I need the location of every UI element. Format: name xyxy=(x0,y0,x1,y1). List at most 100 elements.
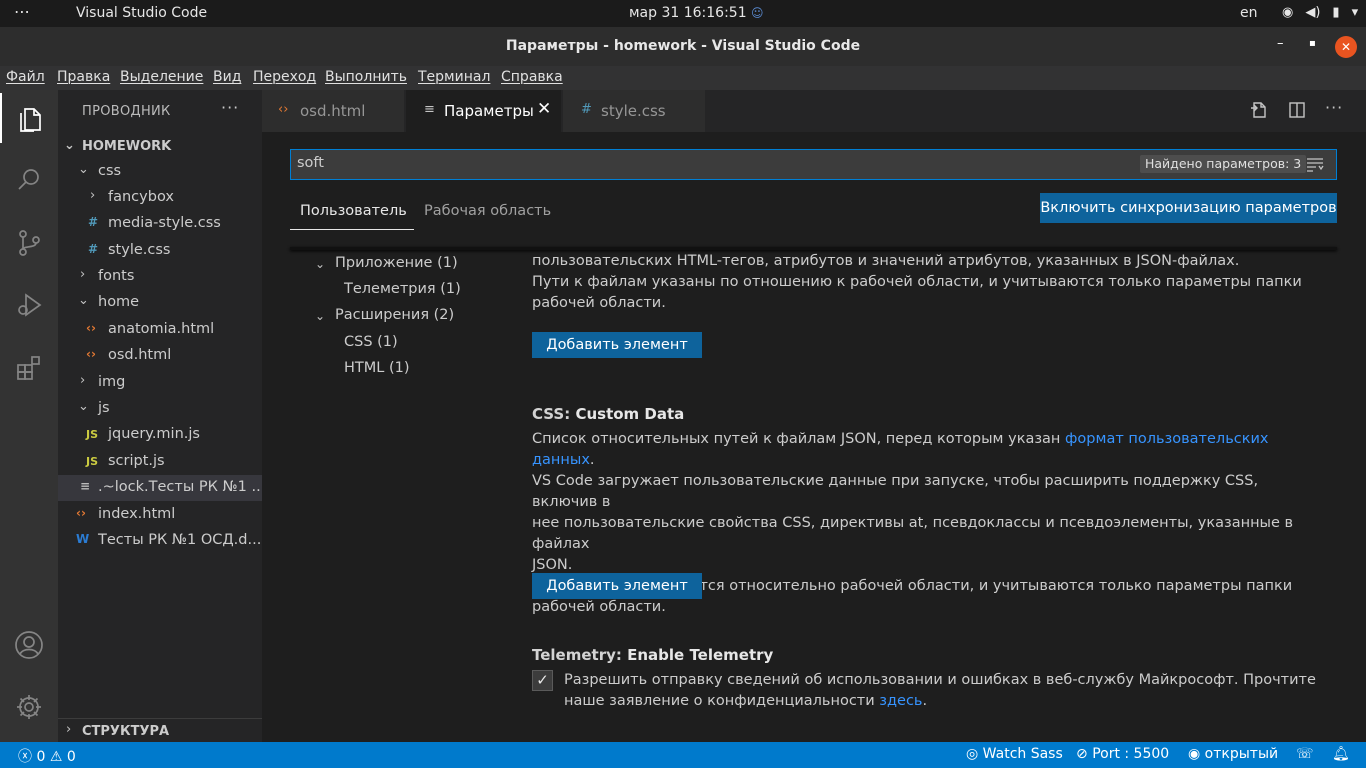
feedback-icon[interactable]: ☏ xyxy=(1296,746,1314,762)
chevron-down-icon: ⌄ xyxy=(315,257,326,271)
settings-search-input[interactable] xyxy=(297,155,1097,171)
toc-item-telemetry[interactable]: Телеметрия (1) xyxy=(344,281,461,297)
split-editor-icon[interactable] xyxy=(1287,100,1307,124)
js-file-icon: JS xyxy=(86,428,99,441)
extensions-icon[interactable] xyxy=(0,343,58,393)
privacy-statement-link[interactable]: здесь xyxy=(879,693,922,709)
sidebar-title: ПРОВОДНИК xyxy=(82,104,171,119)
settings-search-box[interactable]: Найдено параметров: 3 xyxy=(290,149,1337,180)
description-text: . xyxy=(922,693,928,709)
chevron-right-icon: › xyxy=(80,267,86,282)
css-file-icon: # xyxy=(88,242,99,256)
warning-count: 0 xyxy=(66,749,76,765)
problems-indicator[interactable]: ⓧ 0 ⚠ 0 xyxy=(18,746,76,766)
outline-title: СТРУКТУРА xyxy=(82,724,170,739)
menu-run[interactable]: Выполнить xyxy=(325,69,407,85)
open-status[interactable]: ◉ открытый xyxy=(1188,746,1278,762)
manage-gear-icon[interactable] xyxy=(0,682,58,732)
tree-file-jquery-min-js[interactable]: JS jquery.min.js xyxy=(58,422,262,448)
tab-settings[interactable]: ≡ Параметры ✕ xyxy=(406,90,562,132)
explorer-icon[interactable] xyxy=(0,93,58,143)
close-tab-icon[interactable]: ✕ xyxy=(537,99,551,119)
tree-folder-img[interactable]: › img xyxy=(58,370,262,396)
toc-item-application[interactable]: ⌄ Приложение (1) xyxy=(315,255,458,271)
description-line: Пути к файлам указаны по отношению к раб… xyxy=(532,274,1302,290)
menu-go[interactable]: Переход xyxy=(253,69,316,85)
css-add-item-button[interactable]: Добавить элемент xyxy=(532,573,702,599)
stop-icon: ⊘ xyxy=(1076,746,1088,762)
js-file-icon: JS xyxy=(86,455,99,468)
toc-item-css[interactable]: CSS (1) xyxy=(344,334,398,350)
activities-button[interactable]: ⋯ xyxy=(14,2,31,21)
menu-view[interactable]: Вид xyxy=(213,69,241,85)
menu-edit[interactable]: Правка xyxy=(57,69,110,85)
scope-tab-workspace[interactable]: Рабочая область xyxy=(424,203,551,219)
watch-sass-label: Watch Sass xyxy=(982,746,1063,762)
outline-section[interactable]: › СТРУКТУРА xyxy=(58,718,262,742)
tree-file-index-html[interactable]: ‹› index.html xyxy=(58,502,262,528)
editor-tabs: ‹› osd.html ≡ Параметры ✕ # style.css xyxy=(262,90,1366,132)
filter-icon[interactable] xyxy=(1305,155,1325,177)
scope-tab-user[interactable]: Пользователь xyxy=(300,203,407,219)
chevron-right-icon: › xyxy=(66,722,72,737)
tree-file-script-js[interactable]: JS script.js xyxy=(58,449,262,475)
menu-file[interactable]: Файл xyxy=(6,69,45,85)
chevron-right-icon: › xyxy=(90,188,96,203)
run-debug-icon[interactable] xyxy=(0,280,58,330)
source-control-icon[interactable] xyxy=(0,218,58,268)
workspace-root[interactable]: ⌄ HOMEWORK xyxy=(58,135,262,157)
enable-telemetry-checkbox[interactable]: ✓ xyxy=(532,670,553,691)
tree-item-label: css xyxy=(98,163,122,179)
tree-item-label: fancybox xyxy=(108,189,174,205)
system-tray[interactable]: ◉ ◀) ▮ ▾ xyxy=(1282,5,1366,20)
open-json-icon[interactable] xyxy=(1249,100,1269,124)
search-icon[interactable] xyxy=(0,155,58,205)
tree-folder-js[interactable]: ⌄ js xyxy=(58,396,262,422)
os-clock[interactable]: мар 31 16:16:51 xyxy=(629,5,747,21)
minimize-button[interactable]: – xyxy=(1277,36,1284,51)
keyboard-layout[interactable]: en xyxy=(1240,5,1258,21)
maximize-button[interactable]: ▪ xyxy=(1309,38,1316,49)
port-label: Port : 5500 xyxy=(1092,746,1170,762)
tree-item-label: fonts xyxy=(98,268,135,284)
html-file-icon: ‹› xyxy=(76,506,86,520)
tree-file-tests-doc[interactable]: W Тесты РК №1 ОСД.d... xyxy=(58,528,262,554)
account-icon[interactable] xyxy=(0,620,58,670)
setting-category: Telemetry: xyxy=(532,646,622,664)
toc-label: Телеметрия (1) xyxy=(344,281,461,297)
tab-label: Параметры xyxy=(444,102,534,120)
chevron-down-icon: ⌄ xyxy=(78,399,89,414)
tree-file-osd-html[interactable]: ‹› osd.html xyxy=(58,343,262,369)
tab-style-css[interactable]: # style.css xyxy=(563,90,706,132)
more-actions-icon[interactable]: ··· xyxy=(221,98,239,117)
tree-folder-css[interactable]: ⌄ css xyxy=(58,159,262,185)
menu-selection[interactable]: Выделение xyxy=(120,69,203,85)
telemetry-title: Telemetry: Enable Telemetry xyxy=(532,646,773,664)
tree-file-style-css[interactable]: # style.css xyxy=(58,238,262,264)
watch-sass-button[interactable]: ◎ Watch Sass xyxy=(966,746,1063,762)
live-server-port[interactable]: ⊘ Port : 5500 xyxy=(1076,746,1169,762)
tree-file-anatomia-html[interactable]: ‹› anatomia.html xyxy=(58,317,262,343)
tree-folder-home[interactable]: ⌄ home xyxy=(58,290,262,316)
tree-folder-fancybox[interactable]: › fancybox xyxy=(58,185,262,211)
close-window-button[interactable]: ✕ xyxy=(1335,36,1357,58)
tab-osd-html[interactable]: ‹› osd.html xyxy=(262,90,405,132)
text-file-icon: ≡ xyxy=(80,479,91,493)
html-file-icon: ‹› xyxy=(86,347,96,361)
menu-help[interactable]: Справка xyxy=(501,69,563,85)
tree-file-lock[interactable]: ≡ .~lock.Тесты РК №1 ... xyxy=(58,475,262,501)
html-add-item-button[interactable]: Добавить элемент xyxy=(532,332,702,358)
tree-folder-fonts[interactable]: › fonts xyxy=(58,264,262,290)
description-line: пользовательских HTML-тегов, атрибутов и… xyxy=(532,253,1240,269)
toc-item-extensions[interactable]: ⌄ Расширения (2) xyxy=(315,307,454,323)
chevron-right-icon: › xyxy=(80,373,86,388)
notifications-bell-icon[interactable]: 🔔︎ xyxy=(1332,746,1350,762)
menu-terminal[interactable]: Терминал xyxy=(418,69,490,85)
description-text: Список относительных путей к файлам JSON… xyxy=(532,431,1066,447)
enable-sync-button[interactable]: Включить синхронизацию параметров xyxy=(1040,193,1337,223)
status-bar: ⓧ 0 ⚠ 0 ◎ Watch Sass ⊘ Port : 5500 ◉ отк… xyxy=(0,742,1366,768)
tree-file-media-style-css[interactable]: # media-style.css xyxy=(58,211,262,237)
os-app-name[interactable]: Visual Studio Code xyxy=(76,5,207,21)
toc-item-html[interactable]: HTML (1) xyxy=(344,360,410,376)
more-actions-icon[interactable]: ··· xyxy=(1325,98,1343,117)
